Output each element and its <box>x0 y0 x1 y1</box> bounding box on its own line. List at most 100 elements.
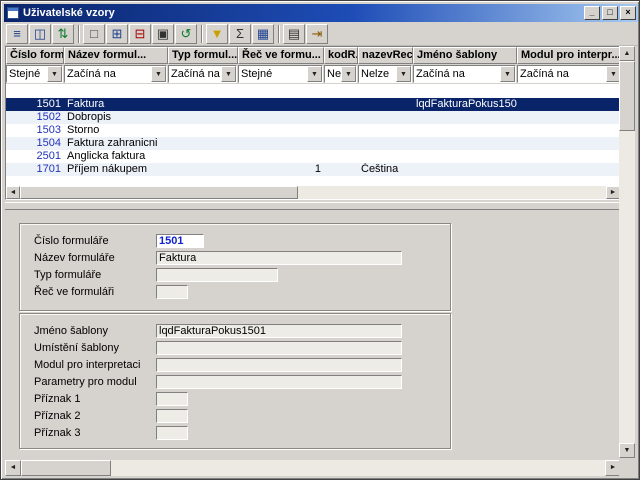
close-button[interactable]: × <box>620 6 636 20</box>
filter-cell: Začíná na▼ <box>64 64 168 84</box>
table-row[interactable]: 1504Faktura zahranicni <box>6 137 620 150</box>
dropdown-arrow-icon[interactable]: ▼ <box>221 66 236 82</box>
detail-view-icon[interactable]: ◫ <box>29 24 51 44</box>
form-horizontal-scrollbar[interactable]: ◄ ► <box>5 460 621 476</box>
field-label: Číslo formuláře <box>34 235 156 247</box>
filter-cell: Začíná na▼ <box>517 64 621 84</box>
table-cell: lqdFakturaPokus1501 <box>413 98 517 111</box>
umisteni-sablony-field[interactable] <box>156 341 402 355</box>
field-label: Modul pro interpretaci <box>34 359 156 371</box>
priznak-1-field[interactable] <box>156 392 188 406</box>
table-row[interactable]: 1501FakturalqdFakturaPokus1501 <box>6 98 620 111</box>
priznak-2-field[interactable] <box>156 409 188 423</box>
table-cell <box>358 124 413 137</box>
table-cell <box>238 150 324 163</box>
splitter-bar[interactable] <box>5 202 621 210</box>
filter-combo[interactable]: Stejné▼ <box>238 65 323 83</box>
parametry-pro-modul-field[interactable] <box>156 375 402 389</box>
column-header[interactable]: Název formul... <box>64 47 168 64</box>
rec-ve-formulari-field[interactable] <box>156 285 188 299</box>
table-cell: 1503 <box>6 124 64 137</box>
column-header[interactable]: Modul pro interpr... <box>517 47 621 64</box>
table-cell <box>168 111 238 124</box>
field-label: Typ formuláře <box>34 269 156 281</box>
table-cell <box>324 111 358 124</box>
sum-icon[interactable]: Σ <box>229 24 251 44</box>
filter-combo[interactable]: Začíná na▼ <box>64 65 167 83</box>
form-hscroll-thumb[interactable] <box>21 460 111 476</box>
table-cell: 1502 <box>6 111 64 124</box>
print-icon[interactable]: ▤ <box>283 24 305 44</box>
dropdown-arrow-icon[interactable]: ▼ <box>396 66 411 82</box>
scroll-down-icon[interactable]: ▼ <box>619 443 635 458</box>
filter-combo[interactable]: Začíná na▼ <box>168 65 237 83</box>
priznak-3-field[interactable] <box>156 426 188 440</box>
scroll-right-icon[interactable]: ► <box>606 186 620 199</box>
grid-scroll-track[interactable] <box>298 186 606 199</box>
dropdown-arrow-icon[interactable]: ▼ <box>341 66 356 82</box>
table-cell: Faktura <box>64 98 168 111</box>
copy-record-icon[interactable]: ⊞ <box>106 24 128 44</box>
dropdown-arrow-icon[interactable]: ▼ <box>500 66 515 82</box>
table-cell <box>413 124 517 137</box>
undo-icon[interactable]: ↺ <box>175 24 197 44</box>
column-header[interactable]: Číslo formul... <box>6 47 64 64</box>
table-cell <box>238 124 324 137</box>
table-row[interactable]: 2501Anglicka faktura <box>6 150 620 163</box>
table-row[interactable]: 1502Dobropis <box>6 111 620 124</box>
scroll-left-icon[interactable]: ◄ <box>5 460 21 476</box>
column-header[interactable]: Jméno šablony <box>413 47 517 64</box>
jmeno-sablony-field[interactable]: lqdFakturaPokus1501 <box>156 324 402 338</box>
column-header[interactable]: kodR... <box>324 47 358 64</box>
table-cell: Faktura zahranicni <box>64 137 168 150</box>
exit-icon[interactable]: ⇥ <box>306 24 328 44</box>
filter-combo[interactable]: Ne...▼ <box>324 65 357 83</box>
table-cell <box>324 98 358 111</box>
filter-combo[interactable]: Začíná na▼ <box>517 65 621 83</box>
scroll-left-icon[interactable]: ◄ <box>6 186 20 199</box>
filter-combo[interactable]: Nelze▼ <box>358 65 412 83</box>
field-label: Příznak 2 <box>34 410 156 422</box>
table-cell <box>168 150 238 163</box>
filter-cell: Nelze▼ <box>358 64 413 84</box>
table-cell: Příjem nákupem <box>64 163 168 176</box>
table-cell: 1504 <box>6 137 64 150</box>
maximize-button[interactable]: □ <box>602 6 618 20</box>
form-vertical-scrollbar[interactable]: ▲ ▼ <box>619 46 635 458</box>
grid-settings-icon[interactable]: ▦ <box>252 24 274 44</box>
field-label: Příznak 1 <box>34 393 156 405</box>
filter-combo[interactable]: Začíná na▼ <box>413 65 516 83</box>
table-row[interactable]: 1503Storno <box>6 124 620 137</box>
save-record-icon[interactable]: ▣ <box>152 24 174 44</box>
typ-formulare-field[interactable] <box>156 268 278 282</box>
table-cell: Čeština <box>358 163 413 176</box>
filter-icon[interactable]: ▼ <box>206 24 228 44</box>
column-header[interactable]: Řeč ve formu... <box>238 47 324 64</box>
form-hscroll-track[interactable] <box>111 460 605 476</box>
filter-cell: Stejné▼ <box>238 64 324 84</box>
refresh-icon[interactable]: ⇅ <box>52 24 74 44</box>
delete-record-icon[interactable]: ⊟ <box>129 24 151 44</box>
cislo-formulare-field[interactable]: 1501 <box>156 234 204 248</box>
form-vscroll-track[interactable] <box>619 131 635 443</box>
grid-scroll-thumb[interactable] <box>20 186 298 199</box>
new-record-icon[interactable]: □ <box>83 24 105 44</box>
table-cell <box>358 137 413 150</box>
table-cell <box>517 111 620 124</box>
table-cell <box>168 98 238 111</box>
column-header[interactable]: nazevReci <box>358 47 413 64</box>
form-vscroll-thumb[interactable] <box>619 61 635 131</box>
table-row[interactable]: 1701Příjem nákupem1Čeština <box>6 163 620 176</box>
list-view-icon[interactable]: ≡ <box>6 24 28 44</box>
column-header[interactable]: Typ formul... <box>168 47 238 64</box>
dropdown-arrow-icon[interactable]: ▼ <box>151 66 166 82</box>
filter-combo[interactable]: Stejné▼ <box>6 65 63 83</box>
modul-pro-interpretaci-field[interactable] <box>156 358 402 372</box>
table-cell: 1 <box>238 163 324 176</box>
nazev-formulare-field[interactable]: Faktura <box>156 251 402 265</box>
minimize-button[interactable]: _ <box>584 6 600 20</box>
dropdown-arrow-icon[interactable]: ▼ <box>47 66 62 82</box>
dropdown-arrow-icon[interactable]: ▼ <box>307 66 322 82</box>
grid-horizontal-scrollbar[interactable]: ◄ ► <box>6 186 620 199</box>
scroll-up-icon[interactable]: ▲ <box>619 46 635 61</box>
